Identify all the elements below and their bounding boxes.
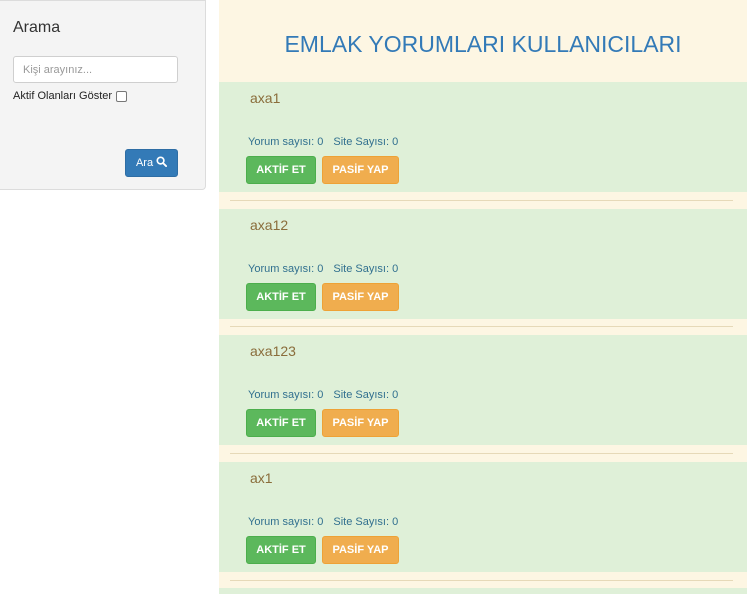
comment-count: Yorum sayısı: 0 <box>248 136 324 148</box>
search-icon <box>156 156 168 170</box>
user-card: ax1 Yorum sayısı: 0 Site Sayısı: 0 AKTİF … <box>219 462 747 572</box>
user-stats: Yorum sayısı: 0 Site Sayısı: 0 <box>248 516 398 528</box>
user-card: axa1 Yorum sayısı: 0 Site Sayısı: 0 AKTİF… <box>219 82 747 192</box>
search-button[interactable]: Ara <box>125 149 178 177</box>
user-stats: Yorum sayısı: 0 Site Sayısı: 0 <box>248 263 398 275</box>
search-input[interactable] <box>13 56 178 83</box>
comment-count: Yorum sayısı: 0 <box>248 389 324 401</box>
activate-button[interactable]: AKTİF ET <box>246 156 316 184</box>
main-content: EMLAK YORUMLARI KULLANICILARI axa1 Yorum… <box>219 0 747 594</box>
user-name: axa123 <box>250 343 296 359</box>
divider <box>230 326 733 327</box>
deactivate-button[interactable]: PASİF YAP <box>322 409 399 437</box>
user-card: axa12 Yorum sayısı: 0 Site Sayısı: 0 AKTİ… <box>219 209 747 319</box>
deactivate-button[interactable]: PASİF YAP <box>322 283 399 311</box>
user-card: axa123 Yorum sayısı: 0 Site Sayısı: 0 AKT… <box>219 335 747 445</box>
site-count: Site Sayısı: 0 <box>333 136 399 148</box>
divider <box>230 453 733 454</box>
site-count: Site Sayısı: 0 <box>333 389 399 401</box>
search-button-label: Ara <box>135 157 154 169</box>
page-title: EMLAK YORUMLARI KULLANICILARI <box>284 31 682 57</box>
search-panel-title: Arama <box>13 19 61 36</box>
user-name: axa12 <box>250 217 289 233</box>
activate-button[interactable]: AKTİF ET <box>246 409 316 437</box>
deactivate-button[interactable]: PASİF YAP <box>322 156 399 184</box>
divider <box>230 200 733 201</box>
site-count: Site Sayısı: 0 <box>333 516 399 528</box>
active-filter: Aktif Olanları Göster <box>13 90 128 102</box>
user-name: ax1 <box>250 470 273 486</box>
active-filter-checkbox[interactable] <box>116 90 128 102</box>
active-filter-label: Aktif Olanları Göster <box>13 90 113 102</box>
comment-count: Yorum sayısı: 0 <box>248 516 324 528</box>
user-stats: Yorum sayısı: 0 Site Sayısı: 0 <box>248 136 398 148</box>
site-count: Site Sayısı: 0 <box>333 263 399 275</box>
activate-button[interactable]: AKTİF ET <box>246 283 316 311</box>
search-panel: Arama Aktif Olanları Göster Ara <box>0 0 206 190</box>
comment-count: Yorum sayısı: 0 <box>248 263 324 275</box>
user-name: axa1 <box>250 90 281 106</box>
user-card-partial <box>219 588 747 594</box>
activate-button[interactable]: AKTİF ET <box>246 536 316 564</box>
user-stats: Yorum sayısı: 0 Site Sayısı: 0 <box>248 389 398 401</box>
deactivate-button[interactable]: PASİF YAP <box>322 536 399 564</box>
divider <box>230 580 733 581</box>
